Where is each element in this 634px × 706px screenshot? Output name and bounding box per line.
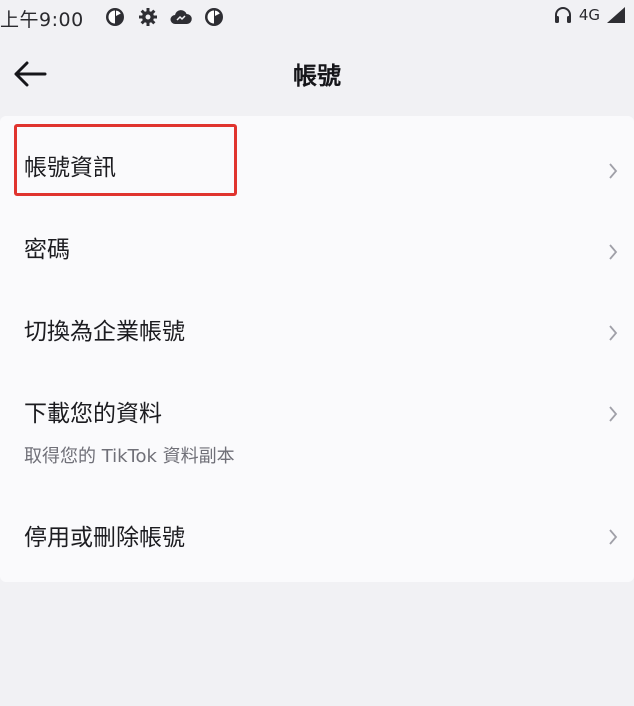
list-item-switch-business[interactable]: 切換為企業帳號 (0, 286, 634, 370)
list-item-download-data[interactable]: 下載您的資料 取得您的 TikTok 資料副本 (0, 370, 634, 482)
account-info-label: 帳號資訊 (24, 155, 116, 181)
switch-business-label: 切換為企業帳號 (24, 319, 185, 345)
deactivate-delete-label: 停用或刪除帳號 (24, 525, 185, 551)
list-item-deactivate-delete[interactable]: 停用或刪除帳號 (0, 482, 634, 582)
data-saver-icon (104, 6, 126, 28)
status-right-icons: 4G (553, 5, 626, 25)
list-item-account-info[interactable]: 帳號資訊 (0, 116, 634, 214)
chevron-right-icon (609, 325, 618, 341)
download-data-label: 下載您的資料 (24, 401, 162, 427)
data-saver-icon (203, 6, 225, 28)
chevron-right-icon (609, 529, 618, 545)
status-bar: 上午9:00 4G (0, 0, 634, 34)
chevron-right-icon (609, 406, 618, 422)
network-type: 4G (578, 6, 600, 24)
settings-gear-icon (137, 6, 159, 28)
password-label: 密碼 (24, 237, 70, 263)
chevron-right-icon (609, 163, 618, 179)
signal-icon (606, 6, 626, 24)
page-title: 帳號 (293, 62, 341, 90)
chevron-right-icon (609, 244, 618, 260)
download-data-subtitle: 取得您的 TikTok 資料副本 (24, 446, 235, 467)
header: 帳號 (0, 34, 634, 116)
list-item-password[interactable]: 密碼 (0, 214, 634, 286)
status-time: 上午9:00 (0, 9, 84, 31)
account-settings-list: 帳號資訊 密碼 切換為企業帳號 下載您的資料 取得您的 TikTok 資料副本 … (0, 116, 634, 582)
status-left-icons (104, 6, 225, 28)
headphones-icon (553, 5, 573, 25)
cloud-icon (170, 6, 192, 28)
